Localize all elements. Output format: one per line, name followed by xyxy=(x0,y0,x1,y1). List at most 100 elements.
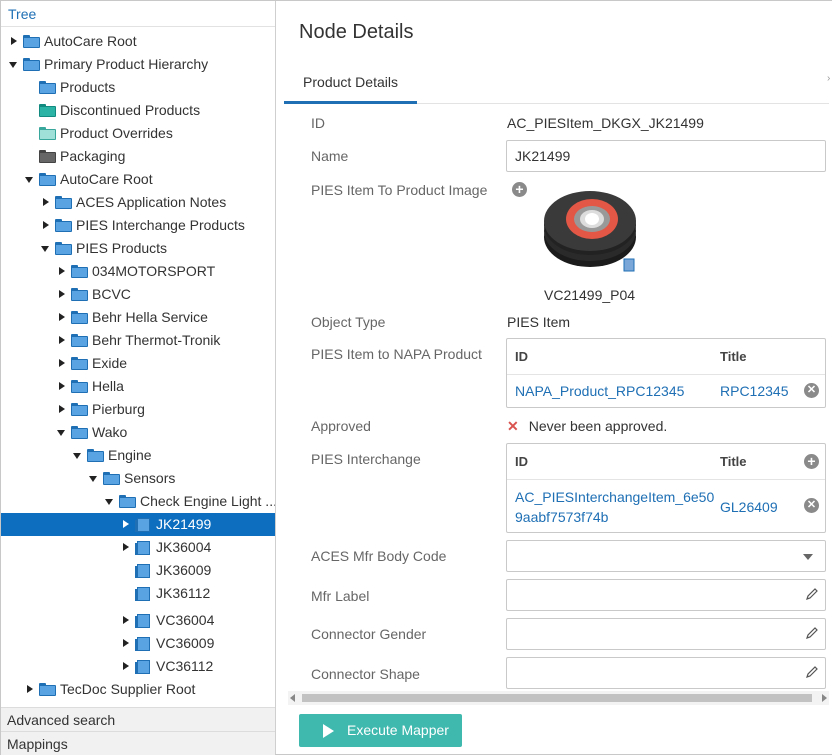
tree-node-label: TecDoc Supplier Root xyxy=(60,681,196,697)
collapse-icon[interactable] xyxy=(41,237,51,260)
tab-product-details[interactable]: Product Details xyxy=(284,63,417,104)
folder-icon xyxy=(103,472,120,485)
aces-select[interactable] xyxy=(506,540,826,572)
advanced-search-link[interactable]: Advanced search xyxy=(1,707,275,731)
tree-node[interactable]: Sensors xyxy=(1,467,275,490)
inter-row-id-link-1[interactable]: AC_PIESInterchangeItem_6e50 xyxy=(515,489,714,505)
tree-node[interactable]: AutoCare Root xyxy=(1,30,275,53)
tree-node-label: JK36004 xyxy=(156,539,212,555)
tree-node[interactable]: Primary Product Hierarchy xyxy=(1,53,275,76)
tree-node-label: ACES Application Notes xyxy=(76,194,227,210)
expand-icon[interactable] xyxy=(57,306,67,329)
napa-row-id-link[interactable]: NAPA_Product_RPC12345 xyxy=(515,383,684,399)
expand-icon[interactable] xyxy=(25,678,35,701)
tree-node[interactable]: VC36004 xyxy=(1,609,275,632)
mappings-link[interactable]: Mappings xyxy=(1,731,275,755)
expand-icon[interactable] xyxy=(121,632,131,655)
horizontal-scrollbar[interactable] xyxy=(288,691,829,705)
folder-icon xyxy=(39,683,56,696)
page-title: Node Details xyxy=(299,21,414,43)
remove-icon[interactable]: ✕ xyxy=(804,383,819,398)
mfr-label-field[interactable] xyxy=(506,579,826,611)
tree-node[interactable]: PIES Interchange Products xyxy=(1,214,275,237)
inter-row-title-link[interactable]: GL26409 xyxy=(720,499,778,515)
tree-node[interactable]: ACES Application Notes xyxy=(1,191,275,214)
conn-gender-label: Connector Gender xyxy=(311,626,427,642)
scrollbar-thumb[interactable] xyxy=(302,694,812,702)
name-field[interactable]: JK21499 xyxy=(506,140,826,172)
tree-node[interactable]: Hella xyxy=(1,375,275,398)
tree-node[interactable]: Check Engine Light ... xyxy=(1,490,275,513)
tree-node[interactable]: JK36112 xyxy=(1,582,275,605)
collapse-icon[interactable] xyxy=(25,168,35,191)
expand-icon[interactable] xyxy=(121,609,131,632)
tree-node[interactable]: VC36009 xyxy=(1,632,275,655)
expand-icon[interactable] xyxy=(121,655,131,678)
tree-node[interactable]: BCVC xyxy=(1,283,275,306)
expand-icon[interactable] xyxy=(9,30,19,53)
pencil-icon[interactable] xyxy=(805,587,819,601)
tree-node[interactable]: Packaging xyxy=(1,145,275,168)
scroll-left-icon[interactable] xyxy=(290,694,295,702)
expand-icon[interactable] xyxy=(57,375,67,398)
tree-node-selected[interactable]: JK21499 xyxy=(1,513,275,536)
tree-node[interactable]: Engine xyxy=(1,444,275,467)
tree-node[interactable]: Discontinued Products xyxy=(1,99,275,122)
folder-icon xyxy=(39,127,56,140)
collapse-icon[interactable] xyxy=(9,53,19,76)
tree-node-label: Discontinued Products xyxy=(60,102,201,118)
tree-node[interactable]: Behr Hella Service xyxy=(1,306,275,329)
collapse-icon[interactable] xyxy=(73,444,83,467)
remove-icon[interactable]: ✕ xyxy=(804,498,819,513)
expand-icon[interactable] xyxy=(57,329,67,352)
tree-node[interactable]: Behr Thermot-Tronik xyxy=(1,329,275,352)
tree-node[interactable]: PIES Products xyxy=(1,237,275,260)
folder-icon xyxy=(55,219,72,232)
product-image[interactable] xyxy=(542,181,642,277)
table-row: NAPA_Product_RPC12345 RPC12345 ✕ xyxy=(507,375,825,408)
tree-node[interactable]: NAPA Hierarchy xyxy=(1,701,275,706)
expand-icon[interactable] xyxy=(121,536,131,559)
folder-icon xyxy=(71,288,88,301)
tree-node-label: Behr Hella Service xyxy=(92,309,208,325)
expand-icon[interactable] xyxy=(57,398,67,421)
expand-icon[interactable] xyxy=(41,214,51,237)
expand-icon[interactable] xyxy=(41,191,51,214)
tree-panel: Tree AutoCare Root Primary Product Hierar… xyxy=(1,1,276,755)
collapse-icon[interactable] xyxy=(57,421,67,444)
tree-node[interactable]: Exide xyxy=(1,352,275,375)
tree-node[interactable]: VC36112 xyxy=(1,655,275,678)
add-image-icon[interactable]: + xyxy=(512,182,527,197)
collapse-icon[interactable] xyxy=(89,467,99,490)
connector-shape-field[interactable] xyxy=(506,657,826,689)
inter-col-title: Title xyxy=(720,454,747,469)
tree-node[interactable]: TecDoc Supplier Root xyxy=(1,678,275,701)
add-interchange-icon[interactable]: + xyxy=(804,454,819,469)
tree-node[interactable]: Wako xyxy=(1,421,275,444)
execute-mapper-button[interactable]: Execute Mapper xyxy=(299,714,462,747)
tree-node[interactable]: AutoCare Root xyxy=(1,168,275,191)
tree-node[interactable]: Product Overrides xyxy=(1,122,275,145)
expand-icon[interactable] xyxy=(121,513,131,536)
tree-node[interactable]: 034MOTORSPORT xyxy=(1,260,275,283)
inter-row-id-link-2[interactable]: 9aabf7573f74b xyxy=(515,509,608,525)
scroll-right-icon[interactable] xyxy=(822,694,827,702)
expand-icon[interactable] xyxy=(57,260,67,283)
tree-node[interactable]: JK36009 xyxy=(1,559,275,582)
tree-node[interactable]: Products xyxy=(1,76,275,99)
folder-icon xyxy=(71,380,88,393)
tree-node[interactable]: JK36004 xyxy=(1,536,275,559)
expand-icon[interactable] xyxy=(57,283,67,306)
napa-row-title-link[interactable]: RPC12345 xyxy=(720,383,789,399)
pencil-icon[interactable] xyxy=(805,626,819,640)
tree-node-label: VC36004 xyxy=(156,612,215,628)
folder-icon xyxy=(55,242,72,255)
pencil-icon[interactable] xyxy=(805,665,819,679)
tree-node[interactable]: Pierburg xyxy=(1,398,275,421)
tree-header[interactable]: Tree xyxy=(1,1,275,27)
collapse-icon[interactable] xyxy=(105,490,115,513)
expand-icon[interactable] xyxy=(25,701,35,706)
expand-icon[interactable] xyxy=(57,352,67,375)
approved-value: Never been approved. xyxy=(528,418,668,434)
connector-gender-field[interactable] xyxy=(506,618,826,650)
